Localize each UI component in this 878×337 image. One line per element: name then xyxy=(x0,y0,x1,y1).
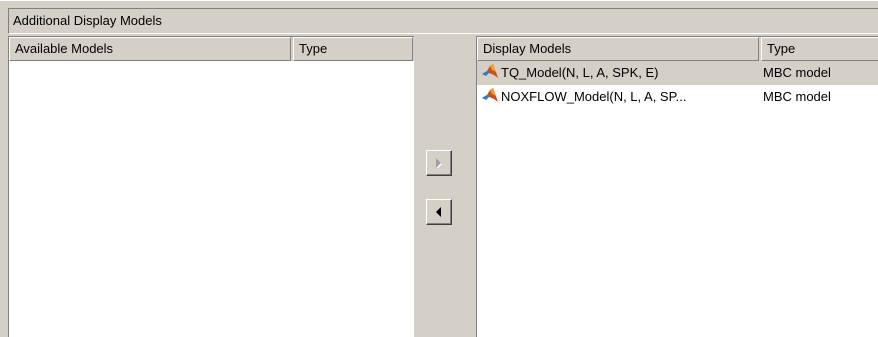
list-item-name: TQ_Model(N, L, A, SPK, E) xyxy=(501,65,659,80)
list-item-name: NOXFLOW_Model(N, L, A, SP... xyxy=(501,89,687,104)
matlab-icon xyxy=(482,88,498,102)
available-models-rows xyxy=(9,61,414,337)
display-models-header: Display Models Type xyxy=(477,37,878,61)
available-models-list[interactable]: Available Models Type xyxy=(8,36,414,337)
column-header-type[interactable]: Type xyxy=(293,37,413,61)
matlab-icon xyxy=(482,64,498,78)
list-item-type: MBC model xyxy=(763,89,831,104)
list-item-name-cell: TQ_Model(N, L, A, SPK, E) xyxy=(477,61,757,85)
window-top-edge xyxy=(0,0,878,1)
available-models-header: Available Models Type xyxy=(9,37,414,61)
add-model-button[interactable] xyxy=(426,150,452,176)
arrow-right-icon xyxy=(436,158,442,168)
list-item-name-cell: NOXFLOW_Model(N, L, A, SP... xyxy=(477,85,757,109)
column-header-type[interactable]: Type xyxy=(761,37,878,61)
display-models-list[interactable]: Display Models Type TQ_Model(N, L, A, SP… xyxy=(476,36,878,337)
column-header-display-models[interactable]: Display Models xyxy=(477,37,759,61)
group-title: Additional Display Models xyxy=(8,8,878,34)
remove-model-button[interactable] xyxy=(426,199,452,225)
arrow-left-icon xyxy=(436,207,441,217)
list-item[interactable]: TQ_Model(N, L, A, SPK, E) MBC model xyxy=(477,61,878,85)
list-item[interactable]: NOXFLOW_Model(N, L, A, SP... MBC model xyxy=(477,85,878,109)
display-models-rows: TQ_Model(N, L, A, SPK, E) MBC model NOXF… xyxy=(477,61,878,337)
column-header-available-models[interactable]: Available Models xyxy=(9,37,291,61)
list-item-type: MBC model xyxy=(763,65,831,80)
